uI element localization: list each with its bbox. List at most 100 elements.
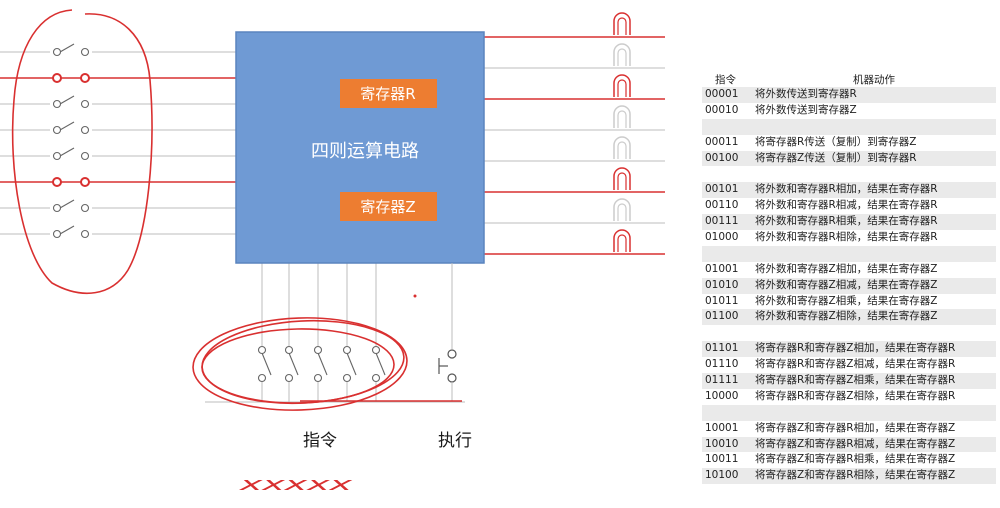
table-row: 10010 将寄存器Z和寄存器R相减，结果在寄存器Z: [702, 436, 996, 453]
instruction-code: [702, 325, 752, 341]
circuit-title: 四则运算电路: [311, 141, 419, 162]
instruction-code: [702, 119, 752, 135]
register-z-label: 寄存器Z: [360, 198, 415, 216]
circuit-diagram: 寄存器R 寄存器Z 四则运算电路 指令 执行 xxxxx: [0, 9, 665, 495]
instruction-code: 01001: [705, 262, 739, 275]
table-row: 10001 将寄存器Z和寄存器R相加，结果在寄存器Z: [702, 420, 996, 437]
instruction-code: 00111: [705, 215, 739, 228]
input-switch: [50, 199, 92, 214]
machine-action: [752, 166, 996, 182]
machine-action: 将寄存器Z传送（复制）到寄存器R: [755, 151, 917, 164]
machine-action: 将寄存器R和寄存器Z相加，结果在寄存器R: [755, 342, 956, 355]
execute-label: 执行: [438, 431, 472, 451]
machine-action: [752, 405, 996, 421]
table-row: [702, 404, 996, 421]
machine-action: 将寄存器R和寄存器Z相除，结果在寄存器R: [755, 389, 956, 402]
machine-action: 将外数和寄存器R相加，结果在寄存器R: [755, 183, 938, 196]
instruction-code: 00101: [705, 183, 739, 196]
table-row: 00110 将外数和寄存器R相减，结果在寄存器R: [702, 198, 996, 215]
table-row: 01110 将寄存器R和寄存器Z相减，结果在寄存器R: [702, 357, 996, 374]
table-row: 01111 将寄存器R和寄存器Z相乘，结果在寄存器R: [702, 373, 996, 389]
table-body: 00001 将外数传送到寄存器R 00010 将外数传送到寄存器Z 00011 将寄存器R…: [702, 87, 996, 485]
instruction-switch: [257, 345, 272, 383]
input-switch: [50, 121, 92, 136]
table-header-code: 指令: [715, 74, 736, 86]
instruction-code: 01000: [705, 231, 739, 244]
instruction-code: 10100: [705, 469, 739, 482]
table-row: 01011 将外数和寄存器Z相乘，结果在寄存器Z: [702, 293, 996, 310]
table-row: 00011 将寄存器R传送（复制）到寄存器Z: [702, 134, 996, 151]
instruction-code: 00001: [705, 88, 739, 100]
instruction-code: 00010: [705, 103, 739, 116]
table-row: [702, 166, 996, 183]
instruction-switches: [257, 345, 386, 383]
machine-action: 将寄存器R和寄存器Z相减，结果在寄存器R: [755, 358, 956, 371]
output-lamps: [613, 12, 631, 252]
table-row: 01100 将外数和寄存器Z相除，结果在寄存器Z: [702, 309, 996, 326]
table-row: 01010 将外数和寄存器Z相减，结果在寄存器Z: [702, 277, 996, 294]
input-switch: [50, 95, 92, 110]
table-row: 01000 将外数和寄存器R相除，结果在寄存器R: [702, 230, 996, 246]
instruction-code: 01100: [705, 310, 739, 323]
machine-action: 将外数传送到寄存器Z: [755, 103, 857, 116]
input-switch: [50, 43, 92, 58]
instruction-code: 01111: [705, 374, 739, 387]
input-switch: [50, 147, 92, 162]
machine-action: 将寄存器Z和寄存器R相加，结果在寄存器Z: [755, 421, 956, 434]
instruction-code: 01011: [705, 294, 739, 307]
instruction-switch: [284, 345, 299, 383]
annotation-dot: [413, 294, 417, 298]
output-lamp-icon: [613, 167, 631, 190]
output-lamp-icon: [613, 229, 631, 252]
instruction-code: 00110: [705, 199, 739, 212]
table-row: 10011 将寄存器Z和寄存器R相乘，结果在寄存器Z: [702, 452, 996, 469]
machine-action: 将寄存器Z和寄存器R相乘，结果在寄存器Z: [755, 453, 956, 466]
table-row: 00001 将外数传送到寄存器R: [702, 87, 996, 103]
instruction-code: [702, 405, 752, 421]
output-lamp-icon: [613, 198, 631, 221]
machine-action: 将寄存器R和寄存器Z相乘，结果在寄存器R: [755, 374, 956, 387]
instruction-code: [702, 166, 752, 182]
input-switches: [50, 43, 92, 240]
instruction-code: 01110: [705, 358, 739, 371]
machine-action: 将寄存器Z和寄存器R相减，结果在寄存器Z: [755, 437, 956, 450]
instruction-table: 指令 机器动作 00001 将外数传送到寄存器R 00010 将外数传送到寄存器Z 00…: [702, 73, 996, 485]
table-row: [702, 118, 996, 135]
input-switch: [50, 225, 92, 240]
register-r-label: 寄存器R: [360, 85, 415, 103]
table-row: [702, 325, 996, 342]
machine-action: 将外数和寄存器R相减，结果在寄存器R: [755, 199, 938, 212]
machine-action: [752, 246, 996, 262]
machine-action: 将外数和寄存器Z相加，结果在寄存器Z: [755, 262, 938, 275]
output-lamp-icon: [613, 43, 631, 66]
machine-action: 将外数和寄存器Z相除，结果在寄存器Z: [755, 310, 938, 323]
table-row: [702, 245, 996, 262]
output-lamp-icon: [613, 105, 631, 128]
instruction-switch: [313, 345, 328, 383]
table-row: 10000 将寄存器R和寄存器Z相除，结果在寄存器R: [702, 388, 996, 405]
instruction-code: 10000: [705, 389, 739, 402]
instruction-code: 01101: [705, 342, 739, 355]
table-row: 00010 将外数传送到寄存器Z: [702, 102, 996, 119]
instruction-switch: [342, 345, 357, 383]
register-r-block: 寄存器R: [340, 79, 437, 108]
instruction-label: 指令: [303, 431, 337, 451]
output-lamp-icon: [613, 12, 631, 35]
input-wires: [0, 51, 236, 235]
machine-action: 将寄存器Z和寄存器R相除，结果在寄存器Z: [755, 469, 956, 482]
machine-action: 将外数和寄存器Z相减，结果在寄存器Z: [755, 278, 938, 291]
table-row: 01101 将寄存器R和寄存器Z相加，结果在寄存器R: [702, 341, 996, 358]
instruction-code: 10011: [705, 453, 739, 466]
register-z-block: 寄存器Z: [340, 192, 437, 221]
machine-action: 将外数传送到寄存器R: [755, 88, 857, 100]
instruction-code: 01010: [705, 278, 739, 291]
output-lamp-icon: [613, 74, 631, 97]
machine-action: [752, 325, 996, 341]
output-lamp-icon: [613, 136, 631, 159]
machine-action: 将外数和寄存器R相乘，结果在寄存器R: [755, 215, 938, 228]
output-wires: [484, 36, 665, 255]
table-row: 00100 将寄存器Z传送（复制）到寄存器R: [702, 150, 996, 167]
scribble-annotation: xxxxx: [238, 474, 353, 495]
instruction-code: 00011: [705, 135, 739, 148]
instruction-code: 00100: [705, 151, 739, 164]
